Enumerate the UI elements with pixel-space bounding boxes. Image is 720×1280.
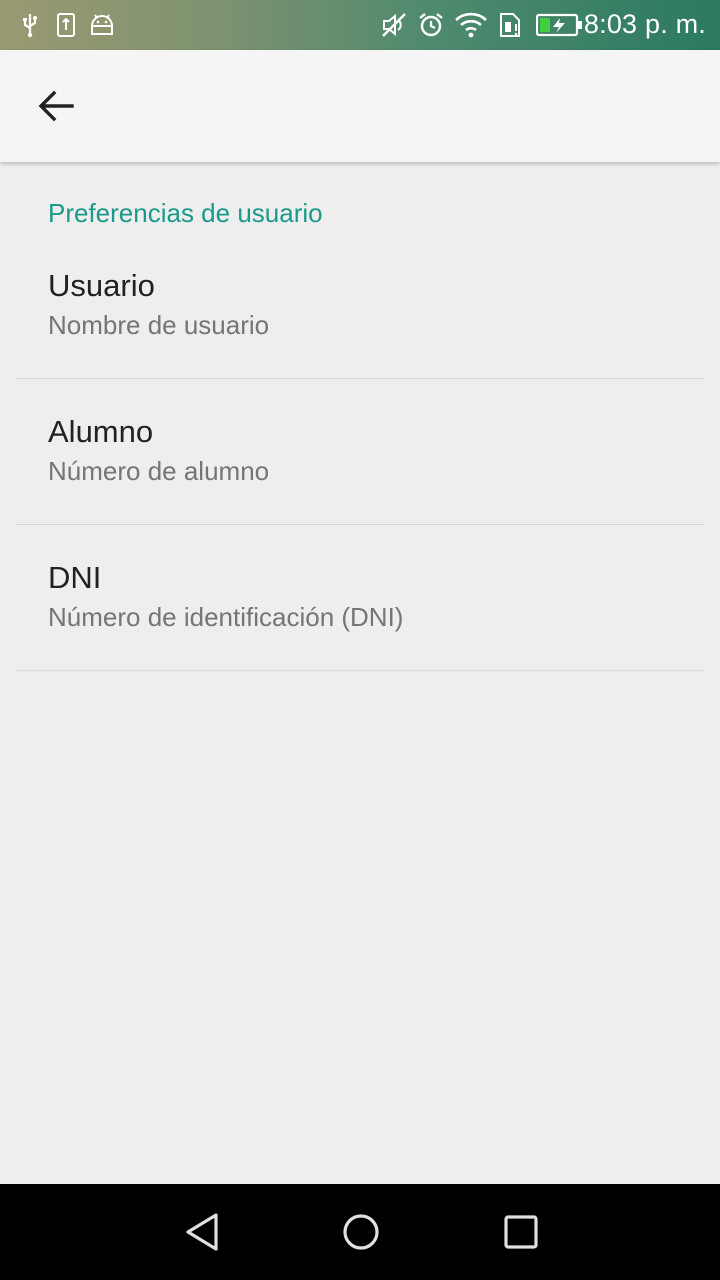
divider	[16, 670, 704, 671]
wifi-icon	[454, 12, 488, 38]
nav-back-icon	[182, 1211, 222, 1253]
nav-recents-icon	[503, 1214, 539, 1250]
android-debug-icon	[88, 12, 116, 38]
divider	[16, 524, 704, 525]
pref-summary: Número de identificación (DNI)	[48, 602, 404, 632]
sim-icon	[497, 12, 525, 38]
pref-item-dni[interactable]: DNI Número de identificación (DNI)	[0, 560, 720, 706]
usb-icon	[20, 12, 40, 38]
pref-item-alumno[interactable]: Alumno Número de alumno	[0, 414, 720, 560]
navigation-bar	[0, 1184, 720, 1280]
pref-title: Usuario	[48, 268, 155, 303]
arrow-back-icon	[38, 90, 74, 122]
mute-icon	[380, 12, 408, 38]
back-button[interactable]	[28, 78, 84, 134]
pref-summary: Nombre de usuario	[48, 310, 270, 340]
divider	[16, 378, 704, 379]
sd-card-icon	[56, 12, 76, 38]
battery-charging-icon	[536, 12, 584, 38]
nav-home-button[interactable]	[331, 1206, 391, 1258]
status-time: 8:03 p. m.	[583, 9, 706, 39]
nav-home-icon	[341, 1212, 381, 1252]
app-bar	[0, 50, 720, 162]
status-bar: 8:03 p. m.	[0, 0, 720, 50]
pref-title: Alumno	[48, 414, 154, 449]
alarm-icon	[417, 12, 445, 38]
pref-item-usuario[interactable]: Usuario Nombre de usuario	[0, 268, 720, 414]
nav-recents-button[interactable]	[491, 1206, 551, 1258]
section-header: Preferencias de usuario	[48, 198, 323, 228]
pref-summary: Número de alumno	[48, 456, 270, 486]
pref-title: DNI	[48, 560, 102, 595]
nav-back-button[interactable]	[172, 1206, 232, 1258]
